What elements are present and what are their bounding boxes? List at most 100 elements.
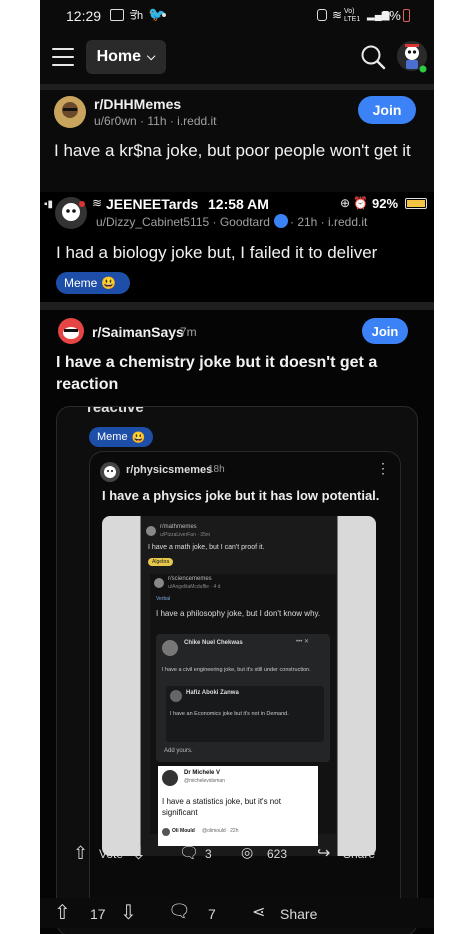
embedded-facebook-comment: Chike Nuel Chekwas ••• ✕ I have a civil … bbox=[156, 634, 330, 762]
post-title: I had a biology joke but, I failed it to… bbox=[56, 243, 378, 262]
post-age: 18h bbox=[208, 464, 225, 475]
nested-comment: Hafiz Aboki Zanwa I have an Economics jo… bbox=[166, 686, 324, 742]
battery-percent: 5% bbox=[382, 8, 401, 23]
join-button: Join bbox=[362, 318, 408, 344]
share-icon: ↪ bbox=[317, 845, 331, 862]
home-feed-selector[interactable]: Home ⌵ bbox=[86, 40, 166, 74]
tweet-body: I have a statistics joke, but it's not s… bbox=[162, 797, 281, 817]
tweet-handle: @michelevidsman bbox=[184, 778, 225, 784]
post-meta-user: u/Dizzy_Cabinet5115 · Goodtard bbox=[96, 215, 270, 229]
flair-label: Meme bbox=[64, 276, 98, 290]
downvote-icon[interactable]: ⇩ bbox=[120, 900, 137, 925]
vote-label: Vote bbox=[99, 847, 124, 861]
avatar-icon bbox=[154, 578, 164, 588]
share-label: Share bbox=[343, 847, 376, 861]
status-time: 12:58 AM bbox=[208, 196, 269, 212]
chevron-down-icon: ⌵ bbox=[147, 50, 156, 63]
status-app-label: JEENEETards bbox=[106, 196, 199, 212]
subreddit-avatar-icon bbox=[58, 318, 84, 344]
alarm-icon: ⊕ ⏰ bbox=[340, 196, 369, 210]
upvote-icon: ⇧ bbox=[73, 843, 89, 863]
post-title: I have a chemistry joke but it doesn't g… bbox=[56, 354, 378, 393]
subreddit-name[interactable]: r/DHHMemes bbox=[94, 96, 181, 112]
subreddit-avatar-icon bbox=[55, 197, 87, 229]
snoo-icon: 😃 bbox=[131, 431, 146, 444]
battery-icon bbox=[405, 198, 427, 209]
flair-label: Meme bbox=[97, 431, 128, 443]
post-age: 7m bbox=[180, 325, 197, 339]
embedded-math-post: r/mathmemes u/PizzaLiverFan · 35m I have… bbox=[146, 524, 332, 580]
post-image: r/mathmemes u/PizzaLiverFan · 35m I have… bbox=[102, 516, 376, 856]
battery-percent: 92% bbox=[372, 196, 399, 211]
tweet-author: Dr Michele V bbox=[184, 770, 221, 776]
menu-icon[interactable] bbox=[52, 48, 74, 66]
more-options-icon: ••• ✕ bbox=[296, 639, 309, 645]
share-button[interactable]: Share bbox=[280, 906, 317, 922]
post-meta: u/6r0wn · 11h · i.redd.it bbox=[94, 114, 217, 128]
embedded-screenshot-jeeneetards: ▪▮ ≋ JEENEETards 12:58 AM ⊕ ⏰ 92% u/Dizz… bbox=[40, 192, 434, 302]
subreddit-avatar-icon bbox=[100, 462, 120, 482]
avatar-icon bbox=[162, 828, 170, 836]
commenter-name: Hafiz Aboki Zanwa bbox=[186, 690, 239, 696]
wifi-icon: ≋ bbox=[92, 196, 103, 210]
avatar-icon bbox=[146, 526, 156, 536]
reply-author: Oli Mould bbox=[172, 828, 195, 834]
status-lang: ਤੋਂh bbox=[130, 10, 144, 22]
subreddit-name: r/sciencememes bbox=[168, 576, 212, 582]
post-meta-time: · 21h · i.redd.it bbox=[290, 215, 368, 229]
divider bbox=[40, 302, 434, 310]
comment-icon[interactable]: 🗨 bbox=[168, 901, 191, 922]
status-bar: 12:29 ਤੋਂh 🐦 ≋ Vo) LTE1 ▂▄▆ 5% bbox=[40, 0, 434, 32]
comment-icon: 🗨 bbox=[179, 845, 200, 862]
post-title: I have a philosophy joke, but I don't kn… bbox=[156, 609, 321, 618]
avatar-icon bbox=[170, 690, 182, 702]
upvote-icon[interactable]: ⇧ bbox=[54, 900, 71, 925]
embedded-science-post: r/sciencememes u/AngelitaMcduffie · 4 d … bbox=[150, 574, 336, 846]
views-icon: ◎ bbox=[241, 844, 254, 860]
battery-icon bbox=[403, 9, 410, 22]
badge-icon bbox=[274, 214, 288, 228]
view-count: 623 bbox=[267, 847, 288, 861]
more-options-icon: ⋮ bbox=[376, 460, 390, 476]
flair-badge: Algebra bbox=[148, 558, 174, 566]
comment-count[interactable]: 7 bbox=[208, 906, 216, 922]
post-card[interactable]: r/DHHMemes u/6r0wn · 11h · i.redd.it Joi… bbox=[40, 90, 434, 192]
user-avatar-icon[interactable] bbox=[396, 38, 428, 74]
snoo-icon: 😃 bbox=[101, 276, 117, 290]
vote-count: 17 bbox=[90, 906, 106, 922]
wifi-icon: ≋ bbox=[332, 8, 343, 22]
top-bar: Home ⌵ bbox=[40, 32, 434, 84]
add-yours-label: Add yours. bbox=[164, 748, 193, 754]
embedded-card: reactive Meme 😃 r/physicsmemes 18h ⋮ I h… bbox=[56, 406, 418, 934]
embedded-tweet: Dr Michele V @michelevidsman I have a st… bbox=[158, 766, 318, 846]
phone-screen: 12:29 ਤੋਂh 🐦 ≋ Vo) LTE1 ▂▄▆ 5% Home ⌵ r/… bbox=[40, 0, 434, 934]
cropped-text: reactive bbox=[87, 406, 144, 416]
comment-count: 3 bbox=[205, 847, 212, 861]
commenter-name: Chike Nuel Chekwas bbox=[184, 640, 243, 646]
avatar-icon bbox=[162, 770, 178, 786]
notification-dot-icon bbox=[162, 13, 166, 17]
comment-body: I have a civil engineering joke, but it'… bbox=[162, 667, 311, 673]
comment-body: I have an Economics joke but it's not in… bbox=[170, 711, 289, 717]
share-icon[interactable]: ⋖ bbox=[252, 902, 265, 922]
join-button[interactable]: Join bbox=[358, 96, 416, 124]
subreddit-name: r/physicsmemes bbox=[126, 464, 213, 476]
home-label: Home bbox=[96, 48, 142, 65]
subreddit-avatar-icon bbox=[54, 96, 86, 128]
post-meta: u/PizzaLiverFan · 35m bbox=[160, 532, 211, 538]
subreddit-name: r/mathmemes bbox=[160, 524, 197, 530]
gallery-icon bbox=[110, 9, 124, 21]
post-title: I have a math joke, but I can't proof it… bbox=[148, 544, 265, 551]
signal-icon: ▪▮ bbox=[44, 199, 54, 210]
tag-label: Verbal bbox=[156, 596, 171, 602]
flair-badge: Meme 😃 bbox=[89, 427, 153, 447]
post-title[interactable]: I have a kr$na joke, but poor people won… bbox=[54, 140, 424, 162]
reply-handle: @olimould · 22h bbox=[202, 828, 239, 834]
embedded-post-saimansays: r/SaimanSays 7m Join I have a chemistry … bbox=[40, 310, 434, 934]
search-icon[interactable] bbox=[360, 44, 386, 70]
downvote-icon: ⇩ bbox=[131, 843, 147, 863]
post-title: I have a physics joke but it has low pot… bbox=[102, 488, 380, 503]
flair-badge: Meme 😃 bbox=[56, 272, 130, 294]
network-label: Vo) LTE1 bbox=[344, 8, 361, 23]
post-action-bar: ⇧ 17 ⇩ 🗨 7 ⋖ Share bbox=[40, 898, 434, 928]
